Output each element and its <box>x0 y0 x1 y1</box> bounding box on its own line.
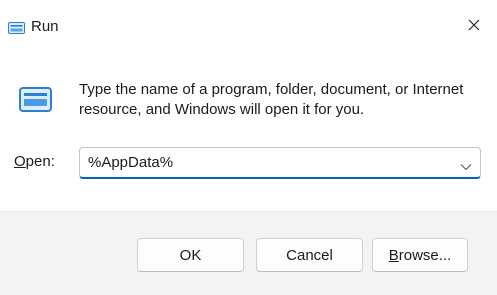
open-label-mnemonic: O <box>14 153 26 170</box>
open-input[interactable] <box>80 148 450 177</box>
cancel-button[interactable]: Cancel <box>256 238 363 272</box>
close-button[interactable] <box>451 0 497 46</box>
run-dialog: Run Type the name of a program, folder, … <box>0 0 497 295</box>
run-icon <box>8 21 25 34</box>
close-icon <box>468 11 480 36</box>
browse-button[interactable]: Browse... <box>372 238 468 272</box>
open-label-text: pen: <box>25 153 55 170</box>
chevron-down-icon[interactable] <box>460 158 472 171</box>
ok-button[interactable]: OK <box>137 238 244 272</box>
instruction-text: Type the name of a program, folder, docu… <box>79 81 464 118</box>
browse-mnemonic: B <box>388 246 399 264</box>
title-bar[interactable]: Run <box>0 0 497 46</box>
button-bar: OK Cancel Browse... <box>0 211 497 295</box>
browse-label: rowse... <box>398 246 452 264</box>
window-title: Run <box>31 18 59 35</box>
run-icon <box>19 87 52 112</box>
open-combobox[interactable] <box>79 147 481 179</box>
open-label: Open: <box>14 153 55 171</box>
